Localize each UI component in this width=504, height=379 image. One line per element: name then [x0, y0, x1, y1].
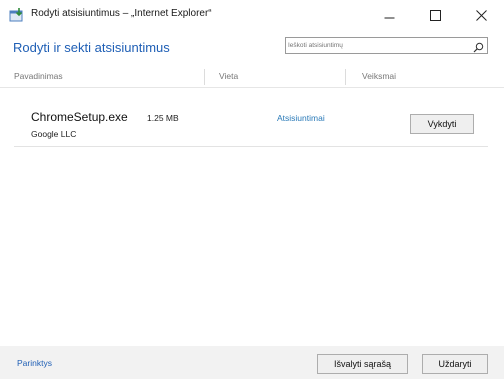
- minimize-button[interactable]: [366, 0, 412, 30]
- search-box[interactable]: [285, 37, 488, 54]
- search-input[interactable]: [288, 39, 468, 52]
- download-row[interactable]: ChromeSetup.exe 1.25 MB Google LLC Atsis…: [14, 104, 488, 146]
- maximize-button[interactable]: [412, 0, 458, 30]
- download-manager-icon: [9, 7, 25, 23]
- run-button[interactable]: Vykdyti: [410, 114, 474, 134]
- file-name: ChromeSetup.exe: [31, 110, 128, 124]
- footer-bar: Parinktys Išvalyti sąrašą Uždaryti: [0, 346, 504, 379]
- row-divider: [14, 146, 488, 147]
- options-link[interactable]: Parinktys: [17, 358, 52, 368]
- column-header-actions[interactable]: Veiksmai: [362, 71, 396, 81]
- header-divider: [0, 87, 504, 88]
- close-window-button[interactable]: [458, 0, 504, 30]
- minimize-icon: [384, 17, 394, 18]
- file-size: 1.25 MB: [147, 113, 179, 123]
- location-link[interactable]: Atsisiuntimai: [277, 113, 325, 123]
- column-divider: [204, 69, 205, 85]
- page-title: Rodyti ir sekti atsisiuntimus: [13, 40, 170, 55]
- window-title: Rodyti atsisiuntimus – „Internet Explore…: [31, 8, 212, 19]
- file-publisher: Google LLC: [31, 129, 77, 139]
- search-icon[interactable]: [473, 40, 484, 53]
- title-bar: Rodyti atsisiuntimus – „Internet Explore…: [0, 0, 504, 30]
- column-headers: Pavadinimas Vieta Veiksmai: [0, 67, 504, 87]
- clear-list-button[interactable]: Išvalyti sąrašą: [317, 354, 408, 374]
- column-divider: [345, 69, 346, 85]
- close-icon: [475, 9, 487, 21]
- close-button[interactable]: Uždaryti: [422, 354, 488, 374]
- maximize-icon: [429, 9, 441, 21]
- column-header-name[interactable]: Pavadinimas: [14, 71, 63, 81]
- column-header-location[interactable]: Vieta: [219, 71, 238, 81]
